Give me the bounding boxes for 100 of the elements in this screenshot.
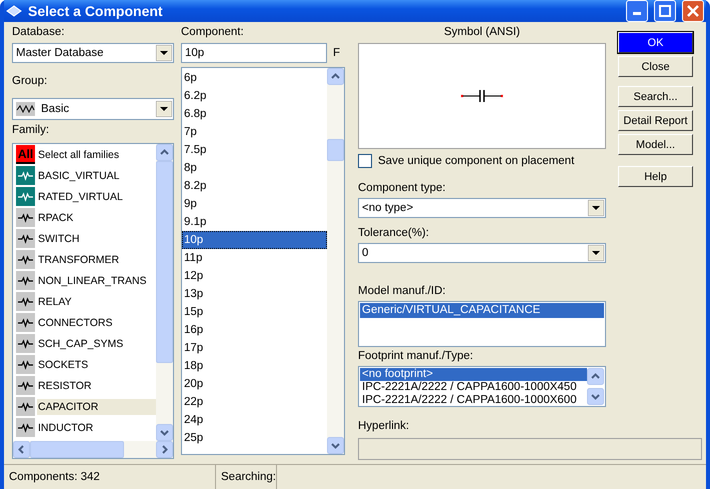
family-item[interactable]: RPACK (37, 210, 156, 226)
family-item[interactable]: RELAY (37, 294, 156, 310)
dialog-button[interactable]: Detail Report (618, 110, 693, 131)
save-unique-checkbox[interactable]: Save unique component on placement (358, 154, 606, 168)
component-item[interactable]: 7p (182, 123, 327, 141)
component-item[interactable]: 11p (182, 249, 327, 267)
tolerance-dropdown[interactable]: 0 (358, 243, 606, 263)
footprint-item[interactable]: IPC-2221A/2222 / CAPPA1600-1000X450 (360, 381, 587, 394)
family-item[interactable]: RESISTOR (37, 378, 156, 394)
component-item[interactable]: 12p (182, 267, 327, 285)
maximize-icon (659, 5, 671, 17)
component-item[interactable]: 16p (182, 321, 327, 339)
scroll-thumb[interactable] (327, 139, 344, 161)
component-item[interactable]: 8p (182, 159, 327, 177)
dropdown-arrow-icon[interactable] (156, 45, 172, 61)
component-item[interactable]: 15p (182, 303, 327, 321)
maximize-button[interactable] (654, 0, 676, 22)
component-type-dropdown[interactable]: <no type> (358, 198, 606, 218)
close-icon (687, 5, 699, 17)
component-item[interactable]: 7.5p (182, 141, 327, 159)
dialog-button[interactable]: Search... (618, 86, 693, 107)
family-item[interactable]: CAPACITOR (37, 398, 156, 414)
component-symbol-icon (16, 334, 35, 353)
scroll-up-icon[interactable] (587, 368, 604, 385)
all-families-badge: All (16, 145, 35, 164)
field-label: Footprint manuf./Type: (358, 349, 474, 364)
scroll-left-icon[interactable] (13, 441, 30, 458)
component-item[interactable]: 9p (182, 195, 327, 213)
field-label: Component type: (358, 181, 447, 196)
component-symbol-icon (16, 250, 35, 269)
scroll-up-icon[interactable] (156, 144, 173, 161)
family-item[interactable]: CONNECTORS (37, 314, 156, 330)
symbol-label: Symbol (ANSI) (442, 25, 522, 40)
hyperlink-field[interactable] (358, 438, 702, 460)
database-dropdown[interactable]: Master Database (12, 43, 174, 63)
family-item[interactable]: INDUCTOR (37, 420, 156, 436)
component-item[interactable]: 24p (182, 411, 327, 429)
component-symbol-icon (16, 355, 35, 374)
scroll-thumb[interactable] (30, 441, 124, 458)
close-button[interactable] (682, 0, 704, 22)
horizontal-scrollbar[interactable] (12, 441, 174, 459)
component-item[interactable]: 13p (182, 285, 327, 303)
component-item[interactable]: 6.2p (182, 87, 327, 105)
component-item[interactable]: 20p (182, 375, 327, 393)
component-item[interactable]: 25p (182, 429, 327, 447)
footprint-item[interactable]: <no footprint> (360, 368, 587, 381)
footprint-item[interactable]: IPC-2221A/2222 / CAPPA1600-1000X600 (360, 394, 587, 405)
field-label: Component: (181, 25, 245, 40)
scroll-right-icon[interactable] (156, 441, 173, 458)
field-label: Model manuf./ID: (358, 284, 447, 299)
status-text: Searching: (216, 465, 277, 489)
dialog-button[interactable]: OK (618, 32, 693, 53)
component-item[interactable]: 8.2p (182, 177, 327, 195)
component-item[interactable]: 6p (182, 69, 327, 87)
component-item[interactable]: 10p (182, 231, 327, 249)
family-item[interactable]: BASIC_VIRTUAL (37, 168, 156, 184)
component-item[interactable]: 22p (182, 393, 327, 411)
family-item[interactable]: SOCKETS (37, 356, 156, 372)
component-item[interactable]: 17p (182, 339, 327, 357)
component-item[interactable]: 18p (182, 357, 327, 375)
scrollbar[interactable] (587, 368, 604, 405)
component-symbol-icon (16, 376, 35, 395)
checkbox-square[interactable] (358, 154, 372, 168)
family-item[interactable]: SCH_CAP_SYMS (37, 336, 156, 352)
family-item[interactable]: Select all families (37, 146, 156, 162)
scroll-down-icon[interactable] (327, 437, 344, 454)
app-icon (6, 5, 22, 17)
family-item[interactable]: NON_LINEAR_TRANS (37, 272, 156, 288)
scrollbar[interactable] (327, 68, 344, 454)
field-label: Tolerance(%): (358, 226, 430, 241)
dialog-button[interactable]: Help (618, 166, 693, 187)
component-symbol-icon (16, 229, 35, 248)
dropdown-arrow-icon[interactable] (588, 200, 604, 216)
dropdown-arrow-icon[interactable] (156, 101, 172, 117)
component-item[interactable]: 9.1p (182, 213, 327, 231)
dialog-button[interactable]: Model... (618, 134, 693, 155)
family-item[interactable]: RATED_VIRTUAL (37, 188, 156, 204)
field-label: Group: (12, 74, 48, 89)
field-label: Family: (12, 123, 50, 138)
component-field[interactable]: 10p (181, 43, 327, 63)
family-item[interactable]: TRANSFORMER (37, 252, 156, 268)
capacitor-icon (461, 90, 503, 102)
component-symbol-icon (16, 418, 35, 437)
family-item[interactable]: SWITCH (37, 230, 156, 246)
dropdown-arrow-icon[interactable] (588, 245, 604, 261)
scroll-thumb[interactable] (156, 161, 173, 363)
window-title: Select a Component (28, 3, 164, 19)
component-symbol-icon (16, 166, 35, 185)
minimize-button[interactable] (626, 0, 648, 22)
field-label: Hyperlink: (358, 419, 410, 434)
model-item[interactable]: Generic/VIRTUAL_CAPACITANCE (360, 303, 604, 318)
scroll-down-icon[interactable] (587, 388, 604, 405)
scrollbar[interactable] (156, 144, 173, 441)
component-symbol-icon (16, 397, 35, 416)
scroll-down-icon[interactable] (156, 424, 173, 441)
component-item[interactable]: 6.8p (182, 105, 327, 123)
component-symbol-icon (16, 313, 35, 332)
group-dropdown[interactable]: Basic (12, 98, 174, 120)
dialog-button[interactable]: Close (618, 56, 693, 77)
scroll-up-icon[interactable] (327, 68, 344, 85)
